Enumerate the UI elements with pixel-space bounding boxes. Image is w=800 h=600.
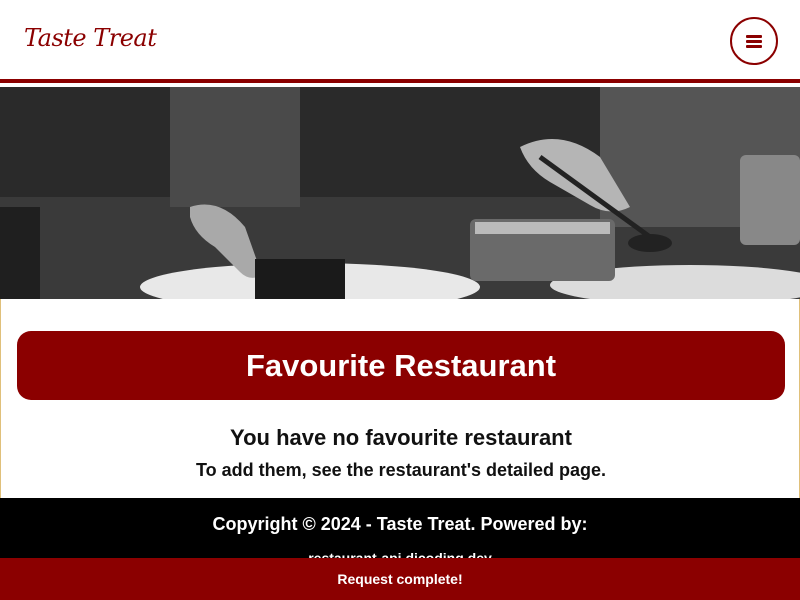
toast-message: Request complete!: [337, 571, 463, 587]
hero-photo: [0, 87, 800, 299]
brand-logo[interactable]: Taste Treat: [24, 24, 157, 52]
empty-state-subtitle: To add them, see the restaurant's detail…: [195, 460, 607, 480]
site-header: Taste Treat: [0, 0, 800, 83]
status-toast: Request complete!: [0, 558, 800, 600]
page-title-banner: Favourite Restaurant: [17, 331, 785, 400]
main-content: Favourite Restaurant You have no favouri…: [0, 299, 800, 498]
hamburger-menu-icon: [746, 34, 762, 48]
empty-state-title: You have no favourite restaurant: [230, 425, 572, 450]
page-title: Favourite Restaurant: [245, 347, 557, 383]
hero-image: [0, 87, 800, 299]
copyright-text: Copyright © 2024 - Taste Treat. Powered …: [212, 514, 588, 534]
hamburger-menu-button[interactable]: [730, 17, 778, 65]
